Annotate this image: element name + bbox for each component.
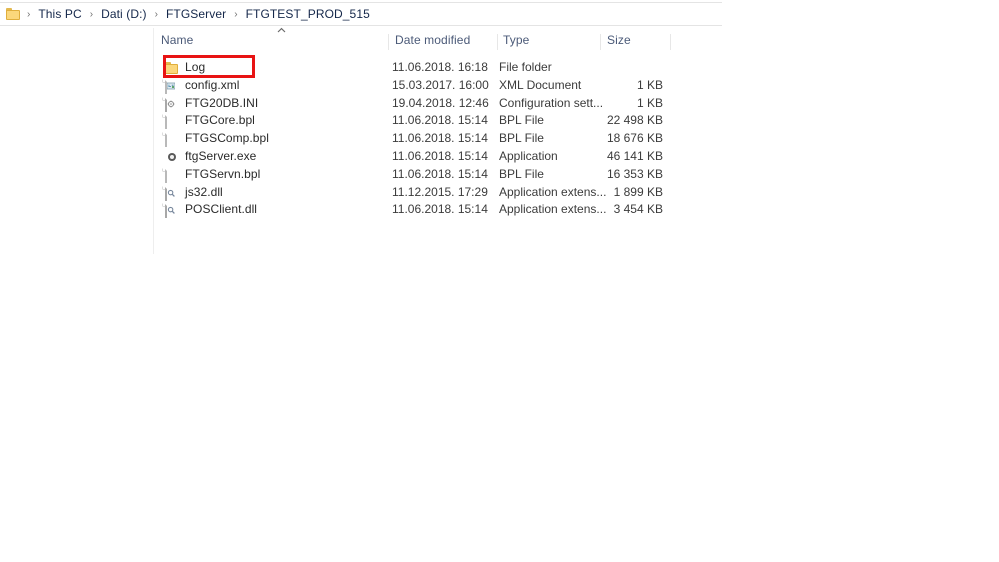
table-row[interactable]: FTGServn.bpl 11.06.2018. 15:14 BPL File 16 …: [154, 166, 722, 184]
breadcrumb-separator: ›: [89, 8, 94, 20]
file-name[interactable]: js32.dll: [185, 184, 223, 202]
breadcrumb-item-ftgserver[interactable]: FTGServer: [164, 6, 228, 22]
file-explorer-window: › This PC › Dati (D:) › FTGServer › FTGT…: [0, 0, 722, 562]
file-date: 11.06.2018. 15:14: [392, 113, 488, 128]
breadcrumb-separator: ›: [154, 8, 158, 20]
file-list: Log 11.06.2018. 16:18 File folder config.xm…: [154, 59, 722, 219]
folder-icon: [6, 8, 21, 20]
column-header-name[interactable]: Name: [161, 33, 193, 47]
column-divider[interactable]: [497, 34, 498, 50]
file-name[interactable]: FTGServn.bpl: [185, 166, 260, 184]
file-date: 15.03.2017. 16:00: [392, 77, 489, 92]
column-divider[interactable]: [600, 34, 601, 50]
file-size: 22 498 KB: [606, 113, 663, 128]
file-name[interactable]: FTGSComp.bpl: [185, 130, 269, 148]
column-header-row: Name Date modified Type Size: [154, 27, 722, 53]
dll-file-icon: [165, 184, 175, 201]
table-row[interactable]: config.xml 15.03.2017. 16:00 XML Document 1…: [154, 77, 722, 95]
file-date: 11.06.2018. 15:14: [392, 202, 488, 217]
breadcrumb-separator: ›: [234, 8, 238, 20]
column-header-type[interactable]: Type: [503, 33, 529, 47]
table-row[interactable]: FTG20DB.INI 19.04.2018. 12:46 Configuratio…: [154, 95, 722, 113]
file-size: 1 KB: [636, 95, 663, 110]
blank-file-icon: [165, 131, 167, 148]
file-size: 1 KB: [636, 77, 663, 92]
file-date: 11.12.2015. 17:29: [392, 184, 488, 199]
file-size: 3 454 KB: [613, 202, 663, 217]
table-row[interactable]: FTGCore.bpl 11.06.2018. 15:14 BPL File 22 4…: [154, 112, 722, 130]
file-name[interactable]: POSClient.dll: [185, 201, 257, 219]
xml-file-icon: [165, 77, 175, 94]
column-divider[interactable]: [388, 34, 389, 50]
file-name[interactable]: FTG20DB.INI: [185, 95, 258, 113]
file-type: File folder: [499, 60, 552, 74]
breadcrumb-separator: ›: [27, 8, 31, 20]
breadcrumb-item-this-pc[interactable]: This PC: [36, 6, 83, 22]
file-size: 1 899 KB: [613, 184, 663, 199]
file-size: 46 141 KB: [606, 148, 663, 163]
file-name[interactable]: config.xml: [185, 77, 240, 95]
file-name[interactable]: ftgServer.exe: [185, 148, 256, 166]
table-row[interactable]: FTGSComp.bpl 11.06.2018. 15:14 BPL File 18 …: [154, 130, 722, 148]
file-size: 18 676 KB: [606, 131, 663, 146]
file-size: 16 353 KB: [606, 166, 663, 181]
caret-up-icon: [277, 27, 286, 33]
file-date: 11.06.2018. 16:18: [392, 60, 488, 74]
table-row[interactable]: POSClient.dll 11.06.2018. 15:14 Applicatio…: [154, 201, 722, 219]
column-divider[interactable]: [670, 34, 671, 50]
address-bar[interactable]: › This PC › Dati (D:) › FTGServer › FTGT…: [0, 3, 722, 25]
file-date: 11.06.2018. 15:14: [392, 131, 488, 146]
column-header-size[interactable]: Size: [607, 33, 631, 47]
file-date: 19.04.2018. 12:46: [392, 95, 489, 110]
address-bar-divider: [0, 25, 722, 26]
file-name[interactable]: Log: [185, 59, 205, 77]
table-row[interactable]: js32.dll 11.12.2015. 17:29 Application ext…: [154, 184, 722, 202]
breadcrumb-item-ftgtest-prod-515[interactable]: FTGTEST_PROD_515: [244, 6, 372, 22]
file-date: 11.06.2018. 15:14: [392, 166, 488, 181]
table-row[interactable]: Log 11.06.2018. 16:18 File folder: [154, 59, 722, 77]
file-date: 11.06.2018. 15:14: [392, 148, 488, 163]
ini-file-icon: [165, 95, 175, 112]
blank-file-icon: [165, 166, 167, 183]
column-header-date-modified[interactable]: Date modified: [395, 33, 470, 47]
breadcrumb-item-dati-d[interactable]: Dati (D:): [99, 6, 149, 22]
table-row[interactable]: ftgServer.exe 11.06.2018. 15:14 Applicatio…: [154, 148, 722, 166]
dll-file-icon: [165, 202, 175, 219]
file-name[interactable]: FTGCore.bpl: [185, 112, 255, 130]
blank-file-icon: [165, 113, 167, 130]
